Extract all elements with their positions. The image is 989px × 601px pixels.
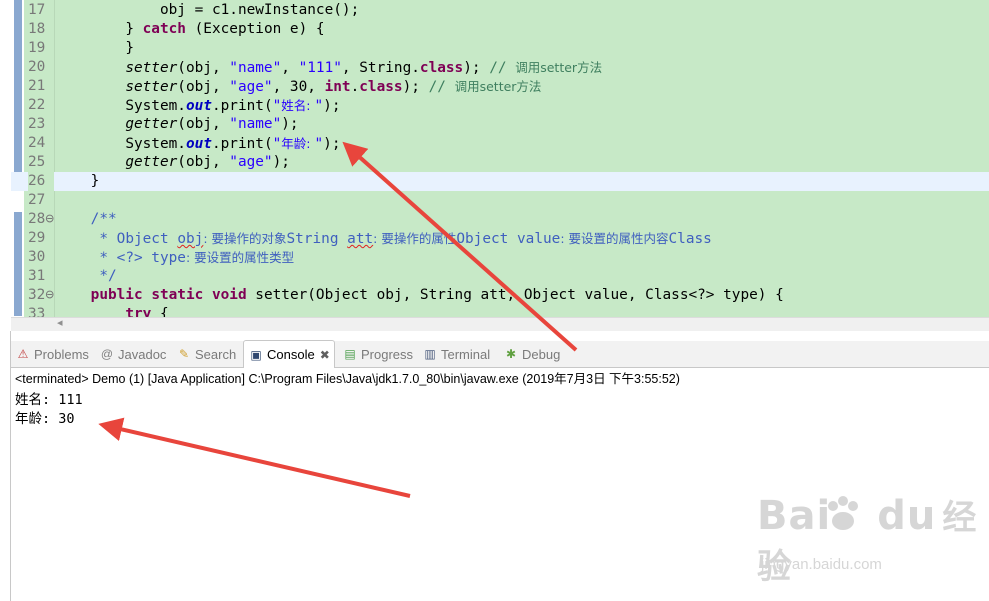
annotation-arrows xyxy=(98,141,578,498)
arrow-to-output xyxy=(98,417,411,498)
arrow-to-code xyxy=(342,141,578,352)
